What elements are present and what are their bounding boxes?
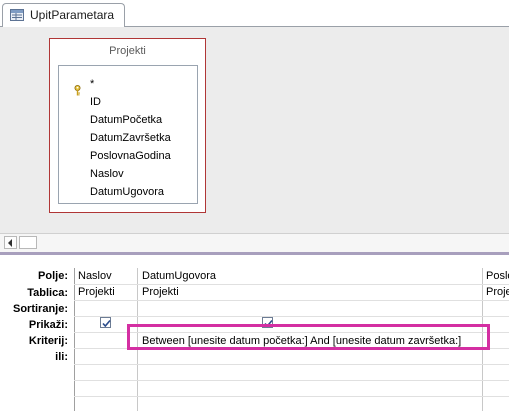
query-icon — [10, 9, 24, 21]
criteria-highlight — [127, 324, 490, 350]
query-tab-label: UpitParametara — [30, 8, 115, 22]
row-label-show: Prikaži: — [28, 319, 68, 331]
grid-row-divider — [74, 300, 509, 301]
field-datumugovora[interactable]: DatumUgovora — [90, 186, 164, 198]
grid-row-divider — [74, 380, 509, 381]
query-tables-pane: Projekti * ID DatumPočetka DatumZavršetk… — [0, 27, 509, 233]
grid-row-divider — [74, 284, 509, 285]
primary-key-icon — [73, 85, 82, 96]
row-label-table: Tablica: — [27, 287, 68, 299]
document-tab-strip: UpitParametara — [0, 0, 509, 27]
row-label-criteria: Kriterij: — [28, 335, 68, 347]
field-naslov[interactable]: Naslov — [90, 168, 124, 180]
horizontal-scrollbar[interactable] — [0, 233, 509, 252]
field-datumzavrsetka[interactable]: DatumZavršetka — [90, 132, 171, 144]
grid-row-divider — [74, 396, 509, 397]
row-label-field: Polje: — [38, 270, 68, 282]
scroll-thumb[interactable] — [19, 236, 37, 249]
scroll-left-arrow-icon[interactable] — [4, 236, 17, 249]
field-poslovnagodina[interactable]: PoslovnaGodina — [90, 150, 171, 162]
show-checkbox[interactable] — [100, 317, 111, 328]
table-title: Projekti — [109, 45, 146, 57]
grid-field-cell[interactable]: Naslov — [78, 270, 136, 282]
grid-column-divider — [74, 268, 75, 411]
grid-table-cell[interactable]: Projekti — [78, 286, 136, 298]
grid-field-cell[interactable]: Poslo — [486, 270, 509, 282]
grid-table-cell[interactable]: Projekti — [142, 286, 477, 298]
field-all[interactable]: * — [90, 78, 94, 90]
table-projekti[interactable]: Projekti * ID DatumPočetka DatumZavršetk… — [49, 38, 206, 213]
row-label-or: ili: — [55, 351, 68, 363]
table-field-list: * ID DatumPočetka DatumZavršetka Poslovn… — [58, 65, 198, 204]
row-label-sort: Sortiranje: — [12, 303, 68, 315]
field-datumpocetka[interactable]: DatumPočetka — [90, 114, 162, 126]
design-grid-pane: Polje: Tablica: Sortiranje: Prikaži: Kri… — [0, 255, 509, 411]
grid-row-divider — [74, 316, 509, 317]
grid-table-cell[interactable]: Proje — [486, 286, 509, 298]
field-id[interactable]: ID — [90, 96, 101, 108]
grid-row-divider — [74, 364, 509, 365]
grid-field-cell[interactable]: DatumUgovora — [142, 270, 477, 282]
query-tab[interactable]: UpitParametara — [2, 3, 125, 27]
